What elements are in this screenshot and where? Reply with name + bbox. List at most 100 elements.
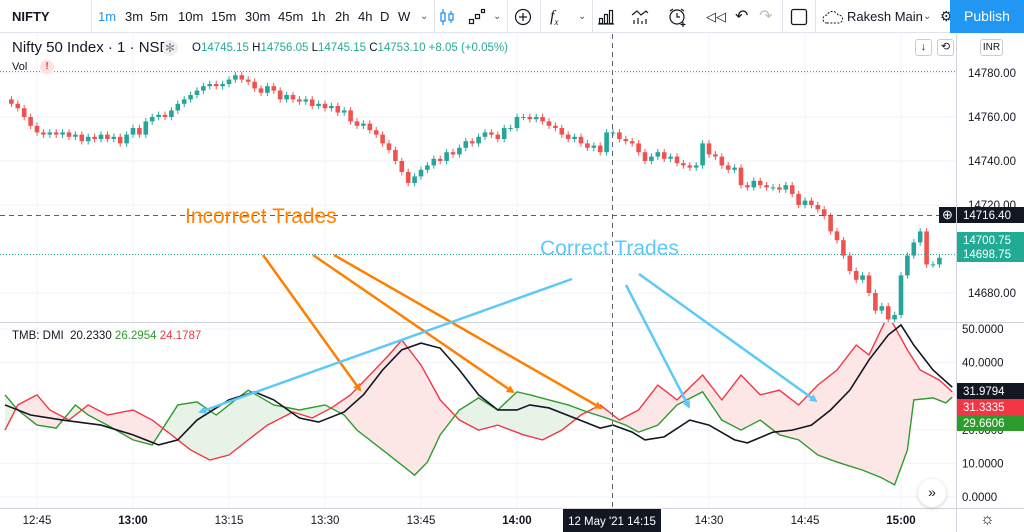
- settings-gear-icon[interactable]: ☼: [980, 511, 995, 529]
- di-fill: [379, 363, 381, 449]
- snowflake-icon[interactable]: ✻: [162, 40, 178, 56]
- di-fill: [551, 400, 553, 436]
- indicators-icon[interactable]: [631, 8, 649, 26]
- di-fill: [793, 400, 795, 439]
- maximize-pane-icon[interactable]: ⟲: [937, 39, 954, 56]
- di-fill: [495, 408, 497, 426]
- candle-body: [303, 99, 309, 102]
- di-fill: [639, 406, 641, 433]
- divider: [91, 0, 92, 33]
- di-fill: [821, 381, 823, 457]
- di-fill: [805, 396, 807, 447]
- candle-body: [783, 185, 789, 190]
- di-fill: [415, 357, 417, 475]
- di-fill: [903, 341, 905, 462]
- di-fill: [493, 406, 495, 427]
- di-fill: [269, 402, 271, 425]
- candle-body: [271, 86, 277, 91]
- di-fill: [427, 375, 429, 463]
- di-fill: [485, 401, 487, 429]
- candle-body: [277, 90, 283, 100]
- scroll-to-realtime-button[interactable]: »: [918, 479, 946, 507]
- chevron-down-icon[interactable]: ⌄: [493, 0, 501, 33]
- candle-body: [60, 132, 65, 135]
- candle-body: [796, 194, 801, 205]
- candles-icon[interactable]: [438, 8, 456, 26]
- redo-icon[interactable]: ↷: [759, 0, 772, 33]
- time-tick-label: 14:00: [502, 515, 531, 527]
- di-fill: [739, 375, 741, 431]
- interval-1m[interactable]: 1m: [98, 0, 116, 33]
- volume-legend[interactable]: Vol: [12, 61, 27, 73]
- symbol-search-button[interactable]: NIFTY: [12, 0, 50, 33]
- candle-body: [834, 231, 840, 241]
- correct-trades-annotation: Correct Trades: [540, 237, 679, 260]
- plus-di-label: 29.6606: [963, 418, 1005, 430]
- di-fill: [767, 392, 769, 427]
- di-fill: [343, 398, 345, 416]
- candle-body: [354, 121, 360, 126]
- interval-d[interactable]: D: [380, 0, 389, 33]
- interval-4h[interactable]: 4h: [358, 0, 372, 33]
- dmi-tick-label: 0.0000: [962, 492, 997, 504]
- chevron-down-icon[interactable]: ⌄: [578, 0, 586, 33]
- di-fill: [945, 385, 947, 403]
- di-fill: [465, 405, 467, 425]
- chevron-down-icon[interactable]: ⌄: [923, 0, 931, 33]
- candle-body: [239, 75, 245, 80]
- rectangle-icon[interactable]: [790, 8, 808, 26]
- interval-30m[interactable]: 30m: [245, 0, 270, 33]
- di-fill: [185, 403, 187, 448]
- undo-icon[interactable]: ↶: [735, 0, 748, 33]
- di-fill: [111, 413, 113, 429]
- di-fill: [489, 404, 491, 428]
- di-fill: [565, 404, 567, 428]
- fx-icon[interactable]: fx: [550, 0, 558, 33]
- di-fill: [867, 353, 869, 473]
- interval-45m[interactable]: 45m: [278, 0, 303, 33]
- interval-2h[interactable]: 2h: [335, 0, 349, 33]
- di-fill: [521, 392, 523, 435]
- chevron-down-icon[interactable]: ⌄: [420, 0, 428, 33]
- di-fill: [389, 352, 391, 457]
- interval-15m[interactable]: 15m: [211, 0, 236, 33]
- candle-body: [841, 240, 846, 256]
- interval-5m[interactable]: 5m: [150, 0, 168, 33]
- warning-icon[interactable]: !: [40, 60, 54, 74]
- di-fill: [953, 391, 955, 398]
- chart-canvas[interactable]: 12:45 13:00 13:15 13:30 13:45 14:00 14:30 14:45…: [0, 0, 1024, 532]
- cloud-icon[interactable]: [822, 9, 844, 25]
- replay-icon[interactable]: ◁◁: [706, 0, 726, 33]
- di-fill: [939, 379, 941, 402]
- di-fill: [731, 385, 733, 426]
- dmi-tick-label: 40.0000: [962, 358, 1004, 370]
- candle-body: [194, 90, 200, 95]
- di-fill: [477, 398, 479, 431]
- di-fill: [439, 397, 441, 438]
- compare-icon[interactable]: [468, 8, 486, 26]
- interval-10m[interactable]: 10m: [178, 0, 203, 33]
- candle-body: [181, 99, 187, 104]
- di-fill: [275, 405, 277, 422]
- di-fill: [431, 383, 433, 455]
- scale-down-icon[interactable]: ↓: [915, 39, 932, 56]
- di-fill: [629, 413, 631, 428]
- interval-3m[interactable]: 3m: [125, 0, 143, 33]
- di-fill: [657, 386, 659, 426]
- symbol-title[interactable]: Nifty 50 Index · 1 · NSE: [12, 39, 170, 56]
- di-fill: [917, 364, 919, 400]
- bar-chart-icon[interactable]: [597, 8, 615, 26]
- di-fill: [757, 391, 759, 422]
- interval-1h[interactable]: 1h: [311, 0, 325, 33]
- currency-button[interactable]: INR: [980, 39, 1003, 56]
- candle-body: [66, 132, 72, 137]
- add-symbol-icon[interactable]: [514, 8, 532, 26]
- interval-w[interactable]: W: [398, 0, 410, 33]
- publish-button[interactable]: Publish: [950, 0, 1024, 33]
- alert-icon[interactable]: [668, 7, 688, 27]
- di-fill: [429, 379, 431, 459]
- dmi-legend[interactable]: TMB: DMI 20.2330 26.2954 24.1787: [12, 330, 201, 342]
- candle-body: [501, 128, 507, 139]
- layout-name-button[interactable]: Rakesh Main: [847, 0, 923, 33]
- di-fill: [173, 409, 175, 438]
